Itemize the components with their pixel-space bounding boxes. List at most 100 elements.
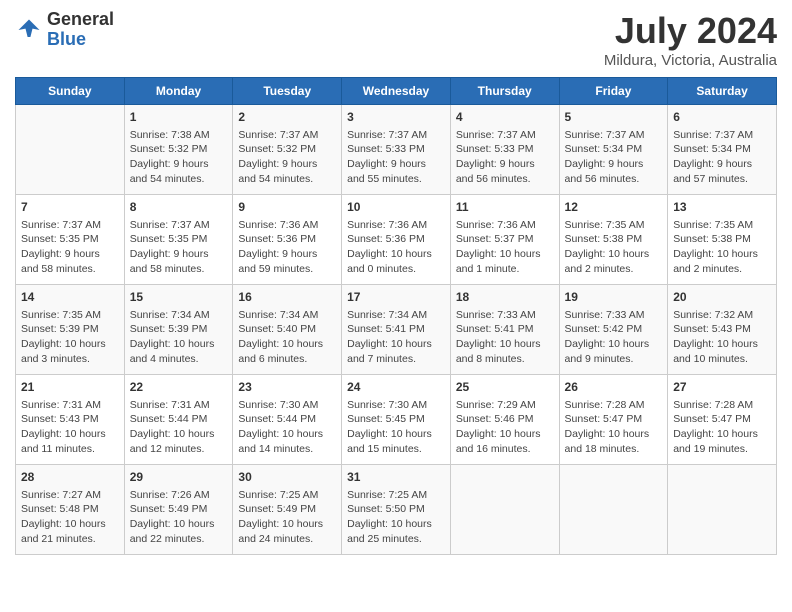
calendar-cell: 30 Sunrise: 7:25 AMSunset: 5:49 PMDayligh… [233,465,342,555]
calendar-cell: 8 Sunrise: 7:37 AMSunset: 5:35 PMDaylight… [124,195,233,285]
calendar-cell: 17 Sunrise: 7:34 AMSunset: 5:41 PMDayligh… [342,285,451,375]
logo-general: General [47,10,114,30]
calendar-cell: 23Sunrise: 7:30 AMSunset: 5:44 PMDayligh… [233,375,342,465]
day-info: Sunrise: 7:36 AMSunset: 5:36 PMDaylight:… [347,218,445,277]
calendar-week-row: 7 Sunrise: 7:37 AMSunset: 5:35 PMDaylight… [16,195,777,285]
day-info: Sunrise: 7:37 AMSunset: 5:33 PMDaylight:… [347,128,445,187]
calendar-cell: 13 Sunrise: 7:35 AMSunset: 5:38 PMDayligh… [668,195,777,285]
calendar-cell: 2Sunrise: 7:37 AMSunset: 5:32 PMDaylight… [233,105,342,195]
calendar-cell: 10 Sunrise: 7:36 AMSunset: 5:36 PMDayligh… [342,195,451,285]
day-number: 3 [347,109,445,126]
calendar-cell: 7Sunrise: 7:37 AMSunset: 5:35 PMDaylight… [16,195,125,285]
calendar-week-row: 14Sunrise: 7:35 AMSunset: 5:39 PMDayligh… [16,285,777,375]
day-number: 8 [130,199,228,216]
day-number: 13 [673,199,771,216]
day-info: Sunrise: 7:37 AMSunset: 5:34 PMDaylight:… [565,128,663,187]
day-number: 10 [347,199,445,216]
weekday-header-thursday: Thursday [450,78,559,105]
weekday-header-friday: Friday [559,78,668,105]
calendar-header: SundayMondayTuesdayWednesdayThursdayFrid… [16,78,777,105]
calendar-cell [668,465,777,555]
calendar-cell: 28Sunrise: 7:27 AMSunset: 5:48 PMDayligh… [16,465,125,555]
day-info: Sunrise: 7:35 AMSunset: 5:38 PMDaylight:… [673,218,771,277]
day-number: 9 [238,199,336,216]
day-number: 12 [565,199,663,216]
day-number: 18 [456,289,554,306]
weekday-header-saturday: Saturday [668,78,777,105]
day-number: 5 [565,109,663,126]
day-number: 23 [238,379,336,396]
day-info: Sunrise: 7:37 AMSunset: 5:34 PMDaylight:… [673,128,771,187]
day-info: Sunrise: 7:28 AMSunset: 5:47 PMDaylight:… [565,398,663,457]
calendar-week-row: 1 Sunrise: 7:38 AMSunset: 5:32 PMDaylight… [16,105,777,195]
calendar-week-row: 21 Sunrise: 7:31 AMSunset: 5:43 PMDayligh… [16,375,777,465]
calendar-title: July 2024 [604,10,777,52]
calendar-cell: 24 Sunrise: 7:30 AMSunset: 5:45 PMDayligh… [342,375,451,465]
calendar-cell: 26 Sunrise: 7:28 AMSunset: 5:47 PMDayligh… [559,375,668,465]
day-number: 17 [347,289,445,306]
weekday-header-tuesday: Tuesday [233,78,342,105]
calendar-cell: 3 Sunrise: 7:37 AMSunset: 5:33 PMDaylight… [342,105,451,195]
weekday-header-monday: Monday [124,78,233,105]
day-info: Sunrise: 7:36 AMSunset: 5:37 PMDaylight:… [456,218,554,277]
day-number: 24 [347,379,445,396]
day-info: Sunrise: 7:33 AMSunset: 5:41 PMDaylight:… [456,308,554,367]
day-number: 19 [565,289,663,306]
day-number: 26 [565,379,663,396]
day-number: 1 [130,109,228,126]
day-number: 21 [21,379,119,396]
calendar-table: SundayMondayTuesdayWednesdayThursdayFrid… [15,77,777,555]
calendar-cell: 14Sunrise: 7:35 AMSunset: 5:39 PMDayligh… [16,285,125,375]
day-number: 30 [238,469,336,486]
calendar-cell: 11 Sunrise: 7:36 AMSunset: 5:37 PMDayligh… [450,195,559,285]
calendar-cell: 19 Sunrise: 7:33 AMSunset: 5:42 PMDayligh… [559,285,668,375]
calendar-cell [16,105,125,195]
calendar-cell: 18 Sunrise: 7:33 AMSunset: 5:41 PMDayligh… [450,285,559,375]
calendar-cell [559,465,668,555]
calendar-cell: 9 Sunrise: 7:36 AMSunset: 5:36 PMDaylight… [233,195,342,285]
weekday-header-wednesday: Wednesday [342,78,451,105]
day-number: 15 [130,289,228,306]
calendar-cell: 16 Sunrise: 7:34 AMSunset: 5:40 PMDayligh… [233,285,342,375]
logo-bird-icon [15,16,43,44]
day-info: Sunrise: 7:30 AMSunset: 5:45 PMDaylight:… [347,398,445,457]
calendar-cell: 20Sunrise: 7:32 AMSunset: 5:43 PMDayligh… [668,285,777,375]
day-info: Sunrise: 7:33 AMSunset: 5:42 PMDaylight:… [565,308,663,367]
day-info: Sunrise: 7:26 AMSunset: 5:49 PMDaylight:… [130,488,228,547]
logo-blue: Blue [47,30,114,50]
calendar-cell: 5 Sunrise: 7:37 AMSunset: 5:34 PMDaylight… [559,105,668,195]
day-number: 28 [21,469,119,486]
calendar-cell: 29 Sunrise: 7:26 AMSunset: 5:49 PMDayligh… [124,465,233,555]
calendar-cell: 4 Sunrise: 7:37 AMSunset: 5:33 PMDaylight… [450,105,559,195]
day-number: 31 [347,469,445,486]
title-block: July 2024 Mildura, Victoria, Australia [604,10,777,69]
calendar-cell [450,465,559,555]
day-info: Sunrise: 7:37 AMSunset: 5:35 PMDaylight:… [130,218,228,277]
day-number: 4 [456,109,554,126]
day-number: 16 [238,289,336,306]
day-info: Sunrise: 7:34 AMSunset: 5:40 PMDaylight:… [238,308,336,367]
day-info: Sunrise: 7:35 AMSunset: 5:38 PMDaylight:… [565,218,663,277]
day-info: Sunrise: 7:36 AMSunset: 5:36 PMDaylight:… [238,218,336,277]
day-number: 29 [130,469,228,486]
day-info: Sunrise: 7:34 AMSunset: 5:41 PMDaylight:… [347,308,445,367]
calendar-cell: 22Sunrise: 7:31 AMSunset: 5:44 PMDayligh… [124,375,233,465]
calendar-cell: 31Sunrise: 7:25 AMSunset: 5:50 PMDayligh… [342,465,451,555]
day-info: Sunrise: 7:31 AMSunset: 5:43 PMDaylight:… [21,398,119,457]
day-number: 11 [456,199,554,216]
calendar-cell: 25Sunrise: 7:29 AMSunset: 5:46 PMDayligh… [450,375,559,465]
calendar-cell: 15Sunrise: 7:34 AMSunset: 5:39 PMDayligh… [124,285,233,375]
calendar-cell: 1 Sunrise: 7:38 AMSunset: 5:32 PMDaylight… [124,105,233,195]
day-info: Sunrise: 7:25 AMSunset: 5:49 PMDaylight:… [238,488,336,547]
day-number: 20 [673,289,771,306]
day-number: 7 [21,199,119,216]
day-info: Sunrise: 7:35 AMSunset: 5:39 PMDaylight:… [21,308,119,367]
day-info: Sunrise: 7:38 AMSunset: 5:32 PMDaylight:… [130,128,228,187]
day-info: Sunrise: 7:28 AMSunset: 5:47 PMDaylight:… [673,398,771,457]
day-number: 22 [130,379,228,396]
weekday-header-row: SundayMondayTuesdayWednesdayThursdayFrid… [16,78,777,105]
calendar-cell: 12 Sunrise: 7:35 AMSunset: 5:38 PMDayligh… [559,195,668,285]
day-info: Sunrise: 7:37 AMSunset: 5:33 PMDaylight:… [456,128,554,187]
calendar-subtitle: Mildura, Victoria, Australia [604,52,777,69]
calendar-cell: 6Sunrise: 7:37 AMSunset: 5:34 PMDaylight… [668,105,777,195]
